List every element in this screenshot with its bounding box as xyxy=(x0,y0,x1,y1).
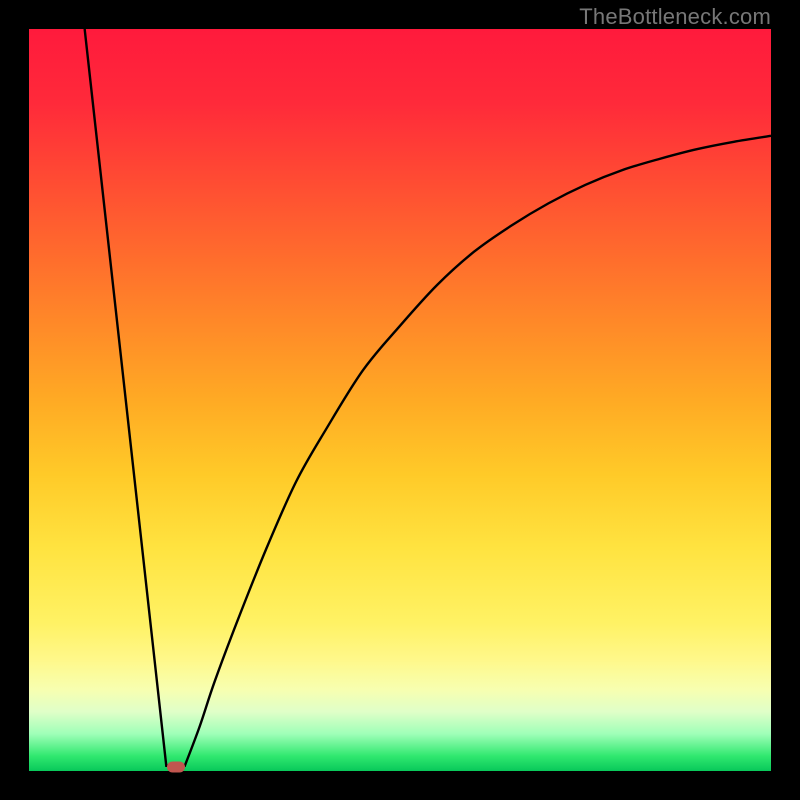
attribution-text: TheBottleneck.com xyxy=(579,4,771,30)
minimum-marker xyxy=(167,761,185,772)
plot-area xyxy=(29,29,771,771)
curve-path xyxy=(85,29,771,766)
bottleneck-curve xyxy=(29,29,771,771)
chart-frame: TheBottleneck.com xyxy=(0,0,800,800)
